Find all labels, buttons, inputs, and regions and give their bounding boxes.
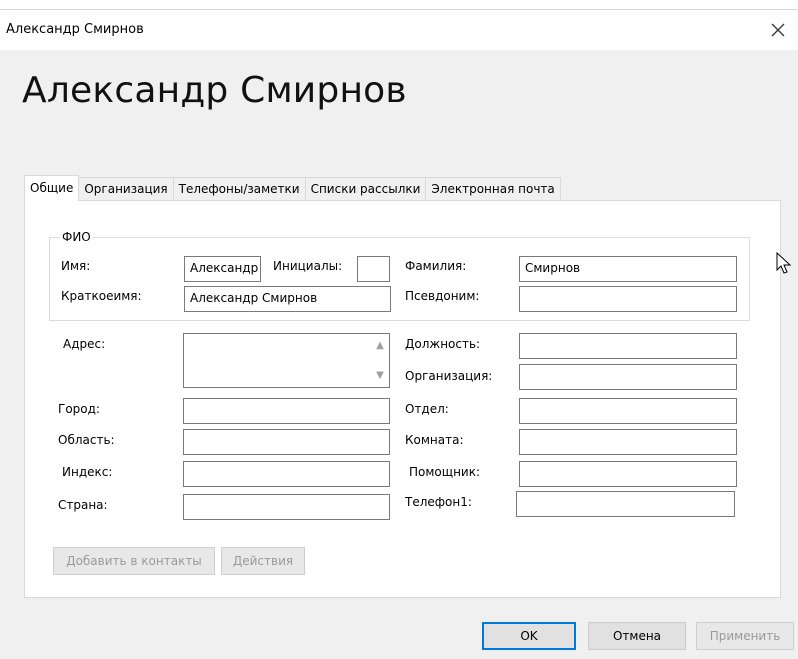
department-field[interactable] [519, 398, 737, 424]
country-label: Страна: [58, 498, 108, 512]
tab-general[interactable]: Общие [24, 175, 80, 201]
organization-label: Организация: [405, 369, 493, 383]
phone1-label: Телефон1: [405, 495, 472, 509]
tab-phones-notes[interactable]: Телефоны/заметки [173, 177, 306, 201]
add-to-contacts-button[interactable]: Добавить в контакты [53, 547, 215, 575]
window-title: Александр Смирнов [6, 22, 144, 37]
tab-bar: Общие Организация Телефоны/заметки Списк… [24, 175, 561, 201]
display-name-label: Краткоеимя: [61, 289, 142, 303]
phone1-field[interactable] [516, 491, 735, 517]
city-field[interactable] [183, 398, 390, 424]
fio-group: ФИО Имя: Александр Инициалы: Фамилия: См… [49, 230, 750, 321]
zip-field[interactable] [183, 461, 390, 487]
fio-group-label: ФИО [60, 230, 93, 244]
ok-button[interactable]: OK [482, 622, 576, 650]
scroll-down-icon[interactable]: ▼ [374, 370, 386, 382]
position-label: Должность: [405, 337, 481, 351]
actions-button[interactable]: Действия [221, 547, 305, 575]
address-scrollbar[interactable]: ▲ ▼ [371, 334, 389, 387]
cancel-button[interactable]: Отмена [588, 622, 686, 650]
zip-label: Индекс: [62, 465, 113, 479]
mouse-cursor-icon [776, 252, 792, 274]
department-label: Отдел: [405, 402, 449, 416]
first-name-field[interactable]: Александр [184, 256, 261, 282]
apply-button[interactable]: Применить [696, 622, 794, 650]
city-label: Город: [58, 402, 100, 416]
country-field[interactable] [183, 494, 390, 520]
nickname-label: Псевдоним: [405, 289, 480, 303]
nickname-field[interactable] [519, 286, 737, 312]
address-textarea[interactable]: ▲ ▼ [183, 333, 390, 388]
initials-field[interactable] [357, 256, 390, 282]
assistant-label: Помощник: [409, 465, 480, 479]
page-title: Александр Смирнов [22, 70, 407, 111]
close-icon[interactable] [758, 10, 798, 50]
last-name-field[interactable]: Смирнов [519, 256, 737, 282]
tab-mailing-lists[interactable]: Списки рассылки [305, 177, 427, 201]
display-name-field[interactable]: Александр Смирнов [184, 286, 391, 312]
region-label: Область: [58, 433, 115, 447]
room-label: Комната: [405, 433, 464, 447]
general-panel: ФИО Имя: Александр Инициалы: Фамилия: См… [24, 200, 781, 598]
organization-field[interactable] [519, 364, 737, 390]
initials-label: Инициалы: [273, 259, 343, 273]
title-bar: Александр Смирнов [0, 10, 798, 50]
tab-organization[interactable]: Организация [79, 177, 174, 201]
room-field[interactable] [519, 429, 737, 455]
top-strip [0, 0, 798, 10]
tab-email[interactable]: Электронная почта [426, 177, 561, 201]
address-label: Адрес: [63, 337, 106, 351]
position-field[interactable] [519, 333, 737, 359]
scroll-up-icon[interactable]: ▲ [374, 340, 386, 352]
last-name-label: Фамилия: [405, 259, 467, 273]
assistant-field[interactable] [519, 461, 737, 487]
region-field[interactable] [183, 429, 390, 455]
first-name-label: Имя: [61, 259, 91, 273]
